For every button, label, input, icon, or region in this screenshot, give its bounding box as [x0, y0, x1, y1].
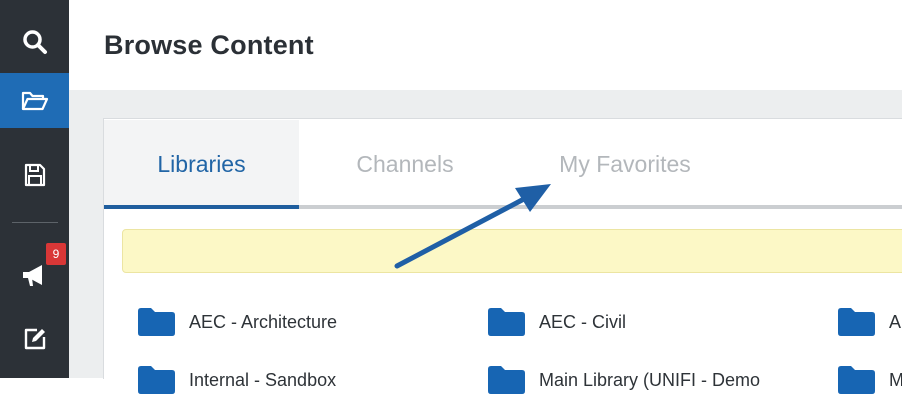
folder-label: AEC - Civil: [539, 311, 627, 332]
folder-item[interactable]: AEC - Architecture: [138, 308, 337, 336]
edit-square-icon: [24, 328, 45, 350]
sidebar-divider: [12, 222, 58, 223]
folder-icon: [488, 308, 525, 336]
tab-channels-label: Channels: [356, 150, 454, 177]
sidebar-save-button[interactable]: [0, 150, 69, 200]
folder-item[interactable]: M: [838, 366, 902, 394]
folder-label: M: [889, 369, 902, 390]
folder-item[interactable]: A: [838, 308, 901, 336]
folder-icon: [838, 308, 875, 336]
folder-item[interactable]: Main Library (UNIFI - Demo: [488, 366, 760, 394]
tab-libraries-label: Libraries: [157, 150, 246, 177]
folder-label: Main Library (UNIFI - Demo: [539, 369, 761, 390]
folder-item[interactable]: AEC - Civil: [488, 308, 626, 336]
folder-label: A: [889, 311, 902, 332]
folder-icon: [138, 366, 175, 394]
folder-icon: [138, 308, 175, 336]
folder-icon: [488, 366, 525, 394]
folder-item[interactable]: Internal - Sandbox: [138, 366, 336, 394]
sidebar: 9: [0, 0, 69, 378]
folder-label: Internal - Sandbox: [189, 369, 337, 390]
folder-open-icon: [21, 91, 48, 110]
folder-label: AEC - Architecture: [189, 311, 338, 332]
folder-icon: [838, 366, 875, 394]
tab-my-favorites-label: My Favorites: [559, 150, 691, 177]
megaphone-icon: [22, 265, 42, 286]
active-tab-indicator: [104, 205, 299, 209]
search-icon: [22, 30, 47, 54]
notice-bar: [122, 229, 902, 273]
tab-libraries[interactable]: Libraries: [104, 120, 299, 208]
sidebar-search-button[interactable]: [0, 14, 69, 70]
page-title: Browse Content: [104, 30, 314, 60]
floppy-disk-icon: [24, 163, 45, 187]
tab-my-favorites[interactable]: My Favorites: [530, 120, 720, 208]
sidebar-edit-button[interactable]: [0, 314, 69, 364]
notification-badge: 9: [46, 243, 66, 265]
sidebar-browse-button[interactable]: [0, 73, 69, 128]
tab-channels[interactable]: Channels: [330, 120, 480, 208]
